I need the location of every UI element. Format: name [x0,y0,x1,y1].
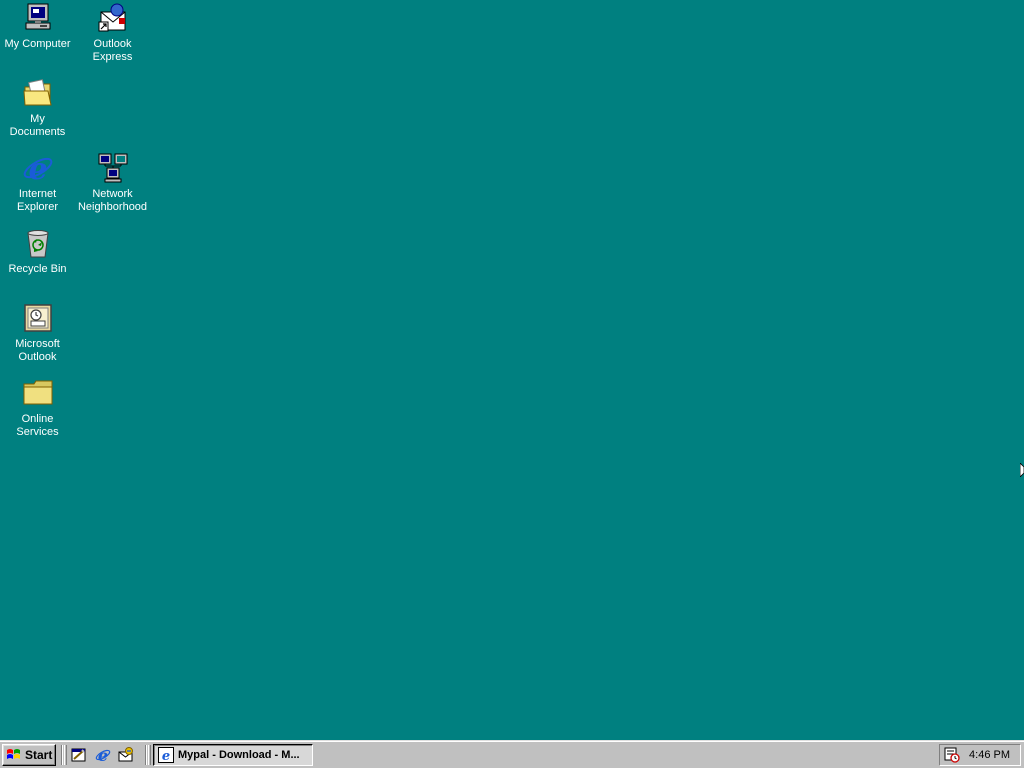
desktop-icon-online-services[interactable]: Online Services [0,377,75,439]
outlook-express-icon [97,2,129,34]
svg-text:e: e [162,749,170,763]
online-services-icon [22,377,54,409]
desktop-icon-outlook-express[interactable]: Outlook Express [75,2,150,64]
system-tray: 4:46 PM [939,744,1021,766]
icon-label: Internet Explorer [17,188,58,213]
internet-explorer-icon: e [158,747,174,763]
desktop-icon-recycle-bin[interactable]: Recycle Bin [0,227,75,276]
scheduler-icon[interactable] [944,747,960,763]
icon-label: Microsoft Outlook [15,338,60,363]
internet-explorer-icon: e [22,152,54,184]
microsoft-outlook-icon [22,302,54,334]
network-neighborhood-icon [97,152,129,184]
desktop-icon-internet-explorer[interactable]: e Internet Explorer [0,152,75,214]
taskbar-separator [145,745,147,765]
windows-logo-icon [7,749,20,759]
desktop-icon-my-documents[interactable]: My Documents [0,77,75,139]
task-button-label: Mypal - Download - M... [178,749,300,761]
taskbar-separator [61,745,63,765]
svg-text:e: e [98,747,108,763]
taskbar-clock[interactable]: 4:46 PM [969,749,1010,761]
start-label: Start [25,748,53,762]
desktop[interactable]: My Computer Outlook Express My Documents [0,0,1024,740]
icon-label: Online Services [16,413,59,438]
task-area-grip[interactable] [148,745,151,765]
quick-launch-grip[interactable] [64,745,67,765]
outlook-express-icon[interactable] [118,747,134,763]
internet-explorer-icon[interactable]: e [95,747,111,763]
icon-label: My Documents [9,113,66,138]
desktop-icon-my-computer[interactable]: My Computer [0,2,75,51]
task-button-mypal[interactable]: e Mypal - Download - M... [153,744,313,766]
icon-label: Recycle Bin [8,263,67,275]
taskbar: Start e e Mypal - Download - M... 4:46 P… [0,740,1024,768]
start-button[interactable]: Start [2,744,56,766]
icon-label: Outlook Express [92,38,133,63]
recycle-bin-icon [22,227,54,259]
svg-text:e: e [28,152,47,184]
icon-label: Network Neighborhood [77,188,148,213]
my-documents-icon [22,77,54,109]
desktop-icon-microsoft-outlook[interactable]: Microsoft Outlook [0,302,75,364]
mouse-cursor-icon [1020,463,1024,477]
my-computer-icon [22,2,54,34]
icon-label: My Computer [4,38,71,50]
show-desktop-icon[interactable] [71,747,87,763]
desktop-icon-network-neighborhood[interactable]: Network Neighborhood [75,152,150,214]
